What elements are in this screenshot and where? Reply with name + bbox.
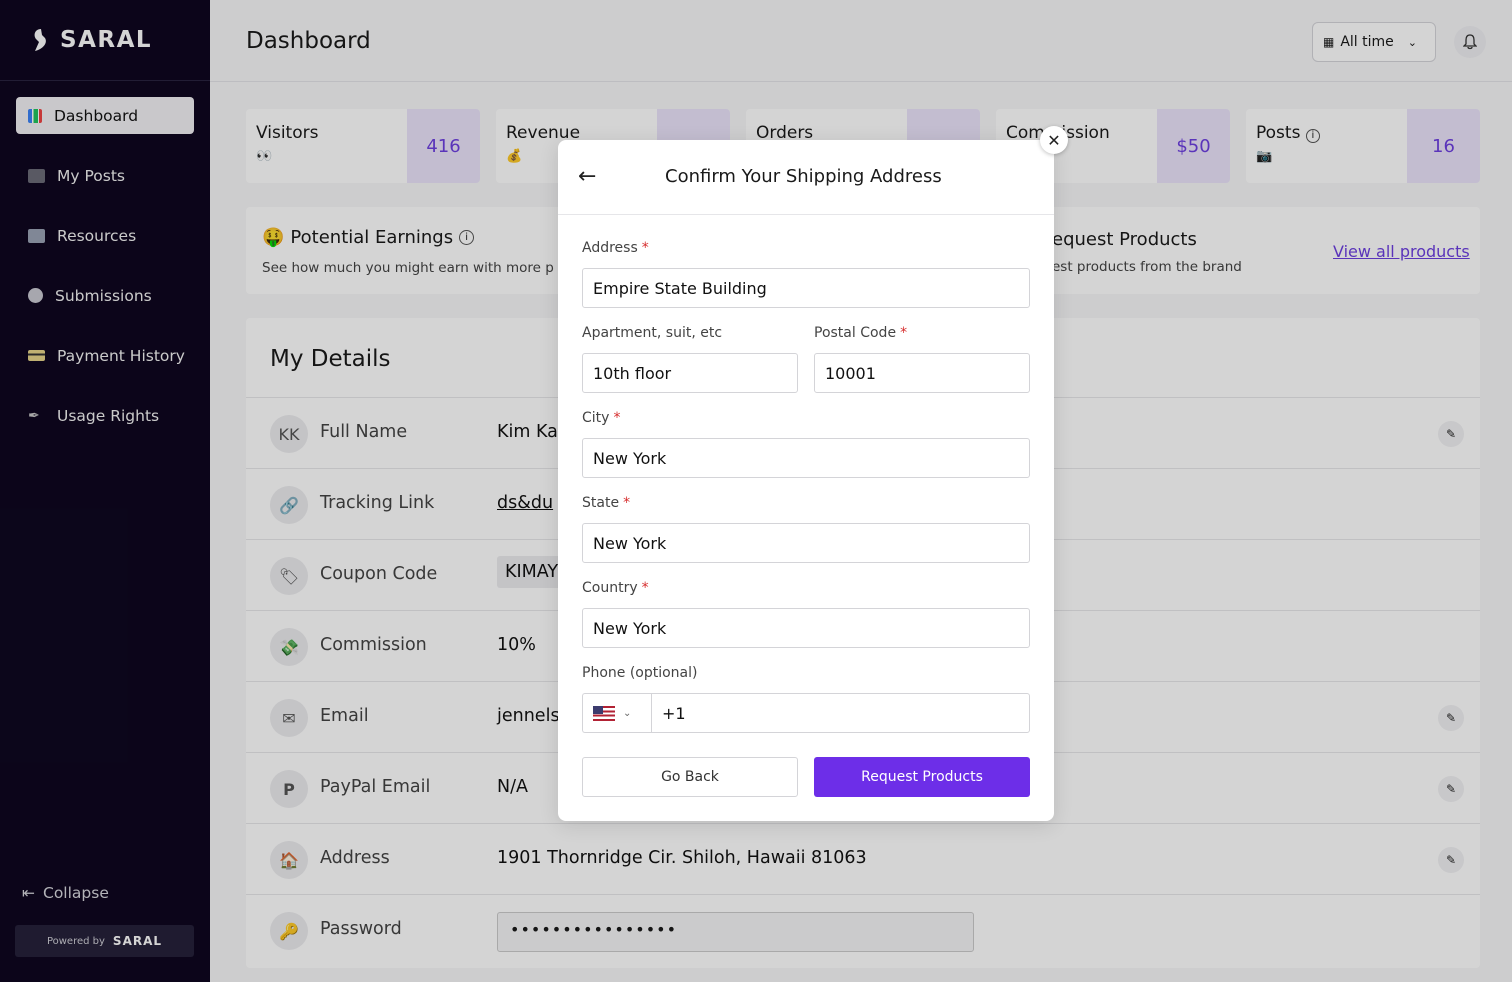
country-code-select[interactable]: ⌄ [582,693,652,733]
back-arrow-icon[interactable]: ← [578,164,596,189]
phone-input[interactable] [651,693,1030,733]
address-input[interactable] [582,268,1030,308]
us-flag-icon [593,705,615,721]
address-label: Address * [582,240,649,256]
postal-code-label: Postal Code * [814,325,908,341]
city-label: City * [582,410,621,426]
shipping-address-modal: ← Confirm Your Shipping Address ✕ Addres… [558,126,1068,821]
modal-header: ← Confirm Your Shipping Address ✕ [558,126,1068,215]
apartment-label: Apartment, suit, etc [582,325,723,341]
request-products-button[interactable]: Request Products [814,757,1030,797]
postal-code-input[interactable] [814,353,1030,393]
country-input[interactable] [582,608,1030,648]
modal-title: Confirm Your Shipping Address [665,166,942,187]
state-input[interactable] [582,523,1030,563]
chevron-down-icon: ⌄ [623,707,632,719]
apartment-input[interactable] [582,353,798,393]
city-input[interactable] [582,438,1030,478]
phone-label: Phone (optional) [582,665,698,681]
country-label: Country * [582,580,649,596]
close-icon[interactable]: ✕ [1040,126,1068,154]
state-label: State * [582,495,631,511]
go-back-button[interactable]: Go Back [582,757,798,797]
